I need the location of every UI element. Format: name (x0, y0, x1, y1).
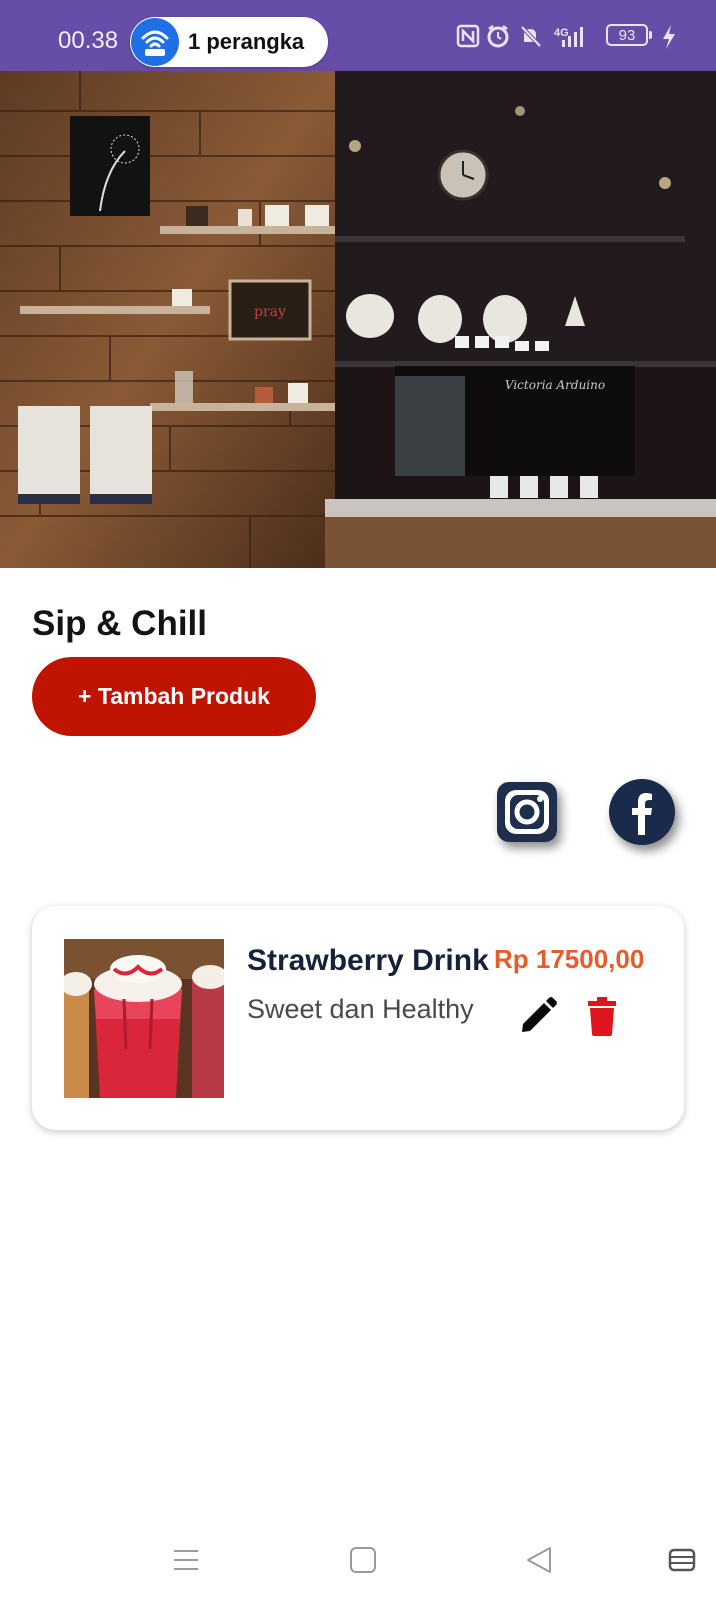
hotspot-text: 1 perangka (188, 29, 305, 54)
signal-icon: 4G (554, 27, 583, 47)
hotspot-notification-pill[interactable]: 1 perangka (130, 17, 328, 67)
svg-text:4G: 4G (554, 27, 569, 39)
svg-text:Victoria Arduino: Victoria Arduino (505, 378, 605, 392)
product-name: Strawberry Drink (247, 944, 489, 977)
trash-icon[interactable] (580, 994, 624, 1038)
product-description: Sweet dan Healthy (247, 994, 474, 1024)
facebook-icon[interactable] (609, 779, 675, 845)
add-product-button[interactable]: + Tambah Produk (32, 657, 316, 736)
status-bar: 00.38 1 perangka 4G 93 (0, 0, 716, 71)
edit-icon[interactable] (516, 994, 560, 1038)
status-time: 00.38 (58, 27, 119, 54)
status-icons: 4G 93 (456, 22, 716, 52)
recents-icon[interactable] (662, 1540, 702, 1580)
nfc-icon (456, 24, 480, 48)
hero-banner-image: pray Victoria Arduino (0, 71, 716, 568)
charging-icon (663, 25, 675, 49)
instagram-icon[interactable] (497, 782, 557, 842)
svg-text:pray: pray (254, 304, 286, 320)
product-image (64, 939, 224, 1098)
product-price: Rp 17500,00 (494, 944, 645, 974)
alarm-icon (487, 25, 509, 48)
shop-name: Sip & Chill (32, 604, 207, 643)
hotspot-icon (131, 18, 179, 66)
product-card[interactable]: Strawberry Drink Rp 17500,00 Sweet dan H… (32, 906, 684, 1130)
back-icon[interactable] (520, 1540, 560, 1580)
home-icon[interactable] (343, 1540, 383, 1580)
menu-icon[interactable] (166, 1540, 206, 1580)
battery-level: 93 (618, 27, 636, 44)
system-nav-bar (0, 1520, 716, 1600)
mute-icon (520, 25, 542, 48)
battery-icon: 93 (606, 24, 648, 46)
